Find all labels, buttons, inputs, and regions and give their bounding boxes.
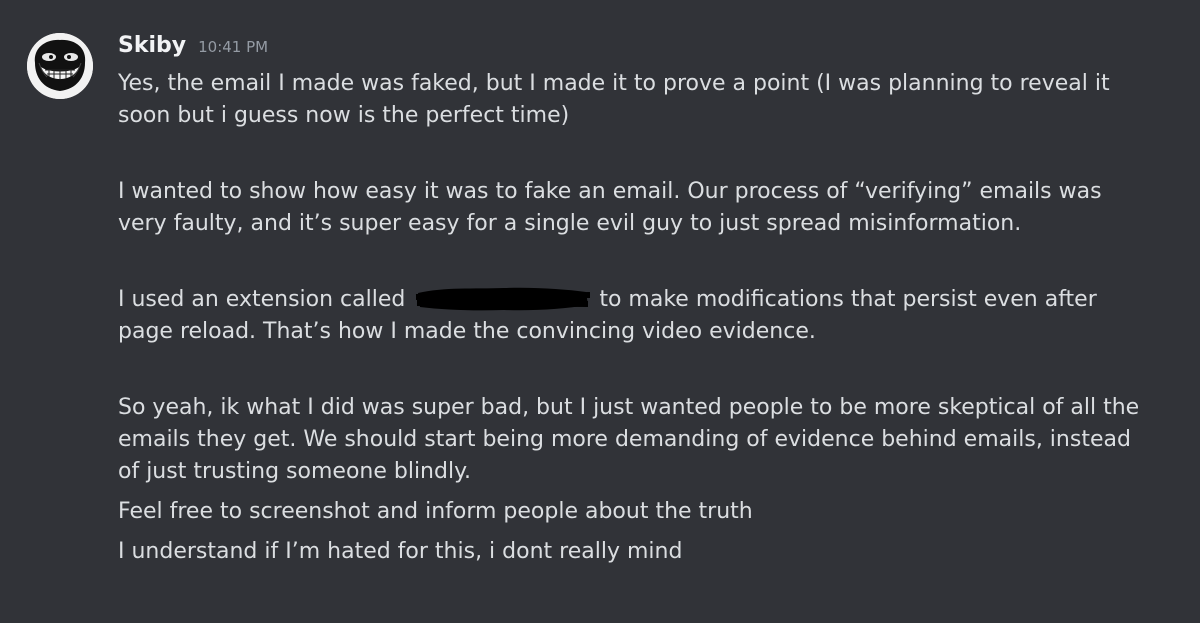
redaction-scribble <box>414 285 591 313</box>
message-line-with-redaction: I used an extension called to make modif… <box>118 284 1178 316</box>
paragraph-break <box>118 240 1178 284</box>
user-avatar[interactable] <box>27 33 93 99</box>
message-line: of just trusting someone blindly. <box>118 459 471 484</box>
paragraph-break <box>118 348 1178 392</box>
timestamp[interactable]: 10:41 PM <box>198 38 268 56</box>
trollface-icon <box>27 33 93 99</box>
message-line: I wanted to show how easy it was to fake… <box>118 179 1102 204</box>
message-line: Feel free to screenshot and inform peopl… <box>118 499 753 524</box>
message-line: page reload. That’s how I made the convi… <box>118 319 816 344</box>
message-line: very faulty, and it’s super easy for a s… <box>118 211 1022 236</box>
paragraph-break <box>118 132 1178 176</box>
message-line: Yes, the email I made was faked, but I m… <box>118 71 1110 96</box>
message-text: I used an extension called <box>118 287 406 312</box>
chat-message: Skiby 10:41 PM Yes, the email I made was… <box>0 0 1200 623</box>
message-header: Skiby 10:41 PM <box>118 33 268 67</box>
message-text: to make modifications that persist even … <box>599 287 1097 312</box>
username[interactable]: Skiby <box>118 33 186 58</box>
message-content: Yes, the email I made was faked, but I m… <box>118 68 1178 568</box>
message-line: So yeah, ik what I did was super bad, bu… <box>118 395 1140 420</box>
message-line: emails they get. We should start being m… <box>118 427 1131 452</box>
message-line: I understand if I’m hated for this, i do… <box>118 539 683 564</box>
message-line: soon but i guess now is the perfect time… <box>118 103 570 128</box>
